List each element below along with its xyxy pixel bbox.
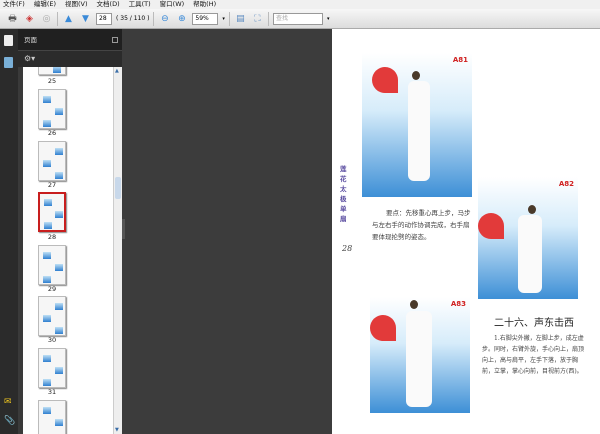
zoom-dropdown-icon[interactable]: ▾ — [222, 16, 225, 22]
page-number-input[interactable]: 28 — [96, 12, 112, 25]
bookmarks-icon[interactable] — [4, 57, 13, 68]
find-dropdown-icon[interactable]: ▾ — [327, 16, 330, 22]
thumbnail-label: 29 — [47, 285, 57, 293]
figure-label: A83 — [450, 300, 466, 308]
pages-panel-header: 页面 — [18, 29, 122, 51]
menu-view[interactable]: 视图(V) — [65, 0, 88, 9]
figure-a82: A82 — [478, 177, 578, 299]
thumbnail-page-30[interactable] — [38, 296, 66, 336]
pdf-page: A81 莲花太极单扇 28 要点：先移重心再上步，马步与左右手的动作协调完成，右… — [332, 29, 600, 434]
thumbnail-label: 28 — [47, 233, 57, 241]
toolbar: 🖶 ◈ ◎ ▲ ▼ 28 ( 35 / 110 ) ⊖ ⊕ 59% ▾ ▤ ⛶ … — [0, 9, 600, 29]
scrollbar-thumb[interactable] — [115, 177, 121, 199]
separator — [57, 11, 58, 26]
splitter-handle[interactable] — [122, 219, 125, 239]
thumbnail-label: 31 — [47, 388, 57, 396]
next-page-icon[interactable]: ▼ — [79, 12, 92, 25]
menu-edit[interactable]: 编辑(E) — [34, 0, 56, 9]
zoom-out-icon[interactable]: ⊖ — [158, 12, 171, 25]
thumbnail-page-28-selected[interactable] — [38, 192, 66, 232]
menu-tools[interactable]: 工具(T) — [129, 0, 151, 9]
section-heading: 二十六、声东击西 — [494, 318, 574, 329]
thumbnail-label: 30 — [47, 336, 57, 344]
thumbnail-label: 27 — [47, 181, 57, 189]
figure-label: A81 — [452, 56, 468, 64]
thumbnail-page-32[interactable] — [38, 400, 66, 434]
zoom-input[interactable]: 59% — [192, 12, 219, 25]
print-icon[interactable]: 🖶 — [6, 12, 19, 25]
thumbnail-scrollbar[interactable]: ▲ ▼ — [113, 67, 122, 434]
thumbnail-label: 25 — [47, 77, 57, 85]
thumbnail-page-29[interactable] — [38, 245, 66, 285]
figure-a81: A81 — [362, 53, 472, 197]
thumbnail-page-27[interactable] — [38, 141, 66, 181]
pages-icon[interactable] — [4, 35, 13, 46]
thumbnail-list: 25 26 27 28 29 30 31 — [23, 67, 113, 434]
menu-bar: 文件(F) 编辑(E) 视图(V) 文档(D) 工具(T) 窗口(W) 帮助(H… — [0, 0, 600, 9]
side-title: 莲花太极单扇 — [340, 165, 347, 223]
figure-label: A82 — [558, 180, 574, 188]
menu-help[interactable]: 帮助(H) — [193, 0, 216, 9]
find-input[interactable]: 查找 — [272, 12, 323, 25]
panel-menu-button[interactable] — [112, 37, 118, 43]
thumbnail-page-26[interactable] — [38, 89, 66, 129]
menu-document[interactable]: 文档(D) — [97, 0, 120, 9]
separator — [228, 11, 230, 26]
note-text: 要点：先移重心再上步，马步与左右手的动作协调完成，右手扇要体现抡劈的姿态。 — [372, 209, 471, 241]
thumbnail-page-31[interactable] — [38, 348, 66, 388]
menu-window[interactable]: 窗口(W) — [160, 0, 185, 9]
fit-page-icon[interactable]: ▤ — [234, 12, 247, 25]
separator — [153, 11, 155, 26]
page-count: ( 35 / 110 ) — [116, 15, 150, 22]
thumbnail-label: 26 — [47, 129, 57, 137]
options-icon[interactable]: ⚙▾ — [18, 51, 122, 67]
body-text: 1.右脚尖外撇，左脚上步，成左虚步。同时，右臂外旋，手心向上，扇顶向上，高与肩平… — [482, 335, 585, 375]
page-number: 28 — [342, 244, 353, 253]
create-pdf-icon[interactable]: ◈ — [23, 12, 36, 25]
figure-a83: A83 — [370, 297, 470, 413]
fullscreen-icon[interactable]: ⛶ — [251, 12, 264, 25]
comments-icon[interactable]: ✉ — [4, 397, 12, 407]
document-area — [122, 29, 332, 434]
scroll-up-icon[interactable]: ▲ — [115, 68, 119, 74]
scroll-down-icon[interactable]: ▼ — [115, 427, 119, 433]
separator — [267, 11, 269, 26]
collaborate-icon[interactable]: ◎ — [40, 12, 53, 25]
attachment-icon[interactable]: 📎 — [4, 416, 15, 426]
zoom-in-icon[interactable]: ⊕ — [175, 12, 188, 25]
panel-title: 页面 — [24, 36, 37, 44]
previous-page-icon[interactable]: ▲ — [62, 12, 75, 25]
thumbnail-page-25[interactable] — [38, 67, 66, 75]
navigation-strip: ✉ 📎 — [0, 29, 18, 434]
menu-file[interactable]: 文件(F) — [3, 0, 25, 9]
